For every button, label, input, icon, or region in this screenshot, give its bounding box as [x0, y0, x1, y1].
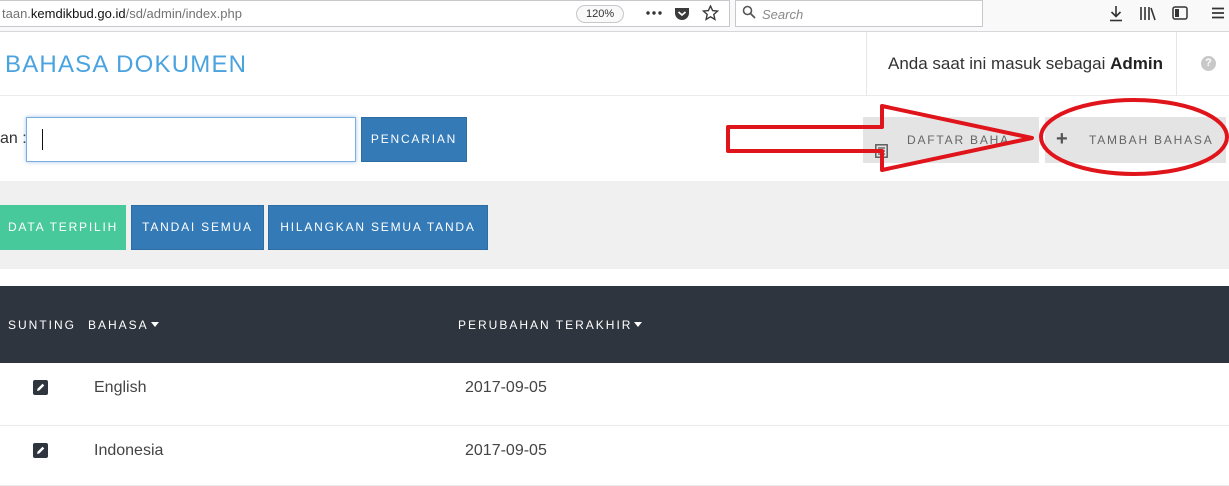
delete-selected-button[interactable]: DATA TERPILIH [0, 205, 126, 250]
cell-language: English [94, 379, 147, 396]
search-label: an : [0, 130, 27, 147]
list-icon [875, 131, 888, 177]
search-input[interactable] [26, 117, 356, 162]
language-list-label: DAFTAR BAHA [907, 133, 1010, 147]
menu-icon[interactable] [1208, 3, 1228, 23]
cell-updated: 2017-09-05 [465, 379, 547, 396]
search-icon [742, 5, 756, 24]
search-placeholder: Search [762, 7, 804, 22]
cell-updated: 2017-09-05 [465, 442, 547, 459]
zoom-level-badge[interactable]: 120% [576, 5, 625, 23]
library-icon[interactable] [1138, 3, 1158, 23]
bulk-action-bar: DATA TERPILIH TANDAI SEMUA HILANGKAN SEM… [0, 181, 1229, 269]
sort-caret-icon [150, 322, 159, 327]
add-language-label: TAMBAH BAHASA [1089, 133, 1214, 147]
sort-caret-icon [634, 322, 643, 327]
help-panel[interactable]: ? [1176, 32, 1229, 96]
sidebar-icon[interactable] [1170, 3, 1190, 23]
browser-toolbar: taan.kemdikbud.go.id/sd/admin/index.php … [0, 0, 1229, 32]
edit-icon[interactable] [33, 380, 48, 395]
language-list-button[interactable]: DAFTAR BAHA [863, 117, 1039, 163]
address-bar[interactable]: taan.kemdikbud.go.id/sd/admin/index.php … [0, 0, 730, 27]
text-caret [42, 129, 43, 150]
page-title: BAHASA DOKUMEN [5, 51, 248, 78]
download-icon[interactable] [1106, 3, 1126, 23]
cell-language: Indonesia [94, 442, 164, 459]
app-header: BAHASA DOKUMEN Anda saat ini masuk sebag… [0, 32, 1229, 96]
unmark-all-button[interactable]: HILANGKAN SEMUA TANDA [268, 205, 488, 250]
add-language-button[interactable]: + TAMBAH BAHASA [1045, 117, 1226, 163]
plus-icon: + [1056, 128, 1070, 150]
help-icon[interactable]: ? [1201, 56, 1216, 71]
table-header: SUNTING BAHASA PERUBAHAN TERAKHIR [0, 286, 1229, 363]
mark-all-button[interactable]: TANDAI SEMUA [131, 205, 264, 250]
user-info-panel: Anda saat ini masuk sebagai Admin [866, 32, 1176, 96]
pocket-icon[interactable] [672, 3, 692, 23]
user-info-text: Anda saat ini masuk sebagai Admin [888, 54, 1163, 73]
table-row: Indonesia 2017-09-05 [0, 426, 1229, 486]
url-text: taan.kemdikbud.go.id/sd/admin/index.php [2, 6, 242, 21]
column-header-language[interactable]: BAHASA [88, 318, 159, 332]
column-header-edit: SUNTING [8, 318, 76, 332]
table-row: English 2017-09-05 [0, 363, 1229, 426]
edit-icon[interactable] [33, 443, 48, 458]
column-header-updated[interactable]: PERUBAHAN TERAKHIR [458, 318, 643, 332]
more-icon[interactable] [644, 3, 664, 23]
browser-search-field[interactable]: Search [735, 0, 983, 27]
bookmark-star-icon[interactable] [700, 3, 720, 23]
search-button[interactable]: PENCARIAN [361, 117, 467, 162]
user-name: Admin [1110, 54, 1163, 73]
